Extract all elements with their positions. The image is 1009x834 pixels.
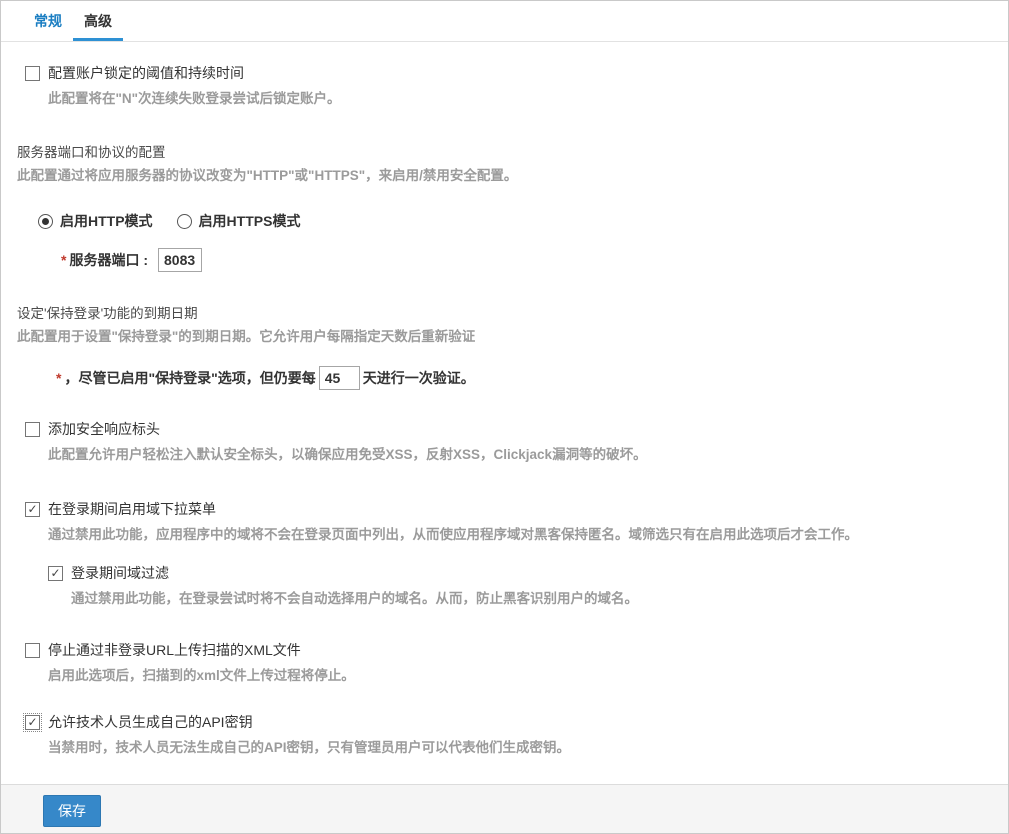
https-mode-label: 启用HTTPS模式 — [198, 213, 301, 229]
xml-upload-checkbox[interactable] — [25, 642, 40, 658]
account-lockout-checkbox[interactable] — [25, 65, 40, 81]
http-mode-label: 启用HTTP模式 — [60, 213, 153, 229]
api-key-checkbox[interactable] — [23, 712, 42, 732]
keep-login-section-title: 设定'保持登录'功能的到期日期 — [17, 306, 198, 321]
xml-upload-row: 停止通过非登录URL上传扫描的XML文件 — [1, 640, 1008, 660]
save-button[interactable]: 保存 — [43, 795, 101, 827]
api-key-description: 当禁用时，技术人员无法生成自己的API密钥，只有管理员用户可以代表他们生成密钥。 — [48, 740, 571, 755]
xml-upload-description: 启用此选项后，扫描到的xml文件上传过程将停止。 — [48, 668, 355, 683]
security-headers-label: 添加安全响应标头 — [48, 421, 160, 437]
domain-filter-description: 通过禁用此功能，在登录尝试时将不会自动选择用户的域名。从而，防止黑客识别用户的域… — [71, 591, 638, 606]
domain-filter-checkbox[interactable] — [48, 565, 63, 581]
domain-dropdown-row: 在登录期间启用域下拉菜单 — [1, 499, 1008, 519]
api-key-label: 允许技术人员生成自己的API密钥 — [48, 714, 253, 730]
keep-login-line-prefix: ，尽管已启用"保持登录"选项，但仍要每 — [64, 370, 316, 386]
http-mode-radio[interactable] — [38, 213, 53, 229]
domain-dropdown-checkbox[interactable] — [25, 501, 40, 517]
security-headers-checkbox[interactable] — [25, 421, 40, 437]
tab-bar: 常规 高级 — [1, 1, 1008, 42]
domain-dropdown-description: 通过禁用此功能，应用程序中的域将不会在登录页面中列出，从而使应用程序域对黑客保持… — [48, 527, 858, 542]
https-mode-radio[interactable] — [176, 213, 192, 229]
protocol-radio-row: 启用HTTP模式 启用HTTPS模式 — [1, 211, 1008, 231]
account-lockout-row: 配置账户锁定的阈值和持续时间 — [1, 63, 1008, 83]
domain-filter-row: 登录期间域过滤 — [1, 563, 1008, 583]
xml-upload-label: 停止通过非登录URL上传扫描的XML文件 — [48, 642, 301, 658]
security-headers-description: 此配置允许用户轻松注入默认安全标头，以确保应用免受XSS，反射XSS，Click… — [48, 447, 647, 462]
tab-general[interactable]: 常规 — [23, 1, 73, 41]
required-asterisk: * — [56, 370, 62, 386]
keep-login-days-input[interactable] — [318, 366, 360, 390]
server-port-row: * 服务器端口 : — [1, 248, 1008, 272]
domain-filter-label: 登录期间域过滤 — [71, 565, 169, 581]
server-section-description: 此配置通过将应用服务器的协议改变为"HTTP"或"HTTPS"，来启用/禁用安全… — [17, 168, 518, 183]
api-key-row: 允许技术人员生成自己的API密钥 — [1, 712, 1008, 732]
required-asterisk: * — [61, 252, 67, 268]
server-section-title: 服务器端口和协议的配置 — [17, 145, 166, 160]
account-lockout-label: 配置账户锁定的阈值和持续时间 — [48, 65, 244, 81]
keep-login-line-suffix: 天进行一次验证。 — [362, 370, 475, 386]
tab-advanced[interactable]: 高级 — [73, 1, 123, 41]
server-port-label: 服务器端口 : — [69, 252, 149, 268]
keep-login-section-description: 此配置用于设置"保持登录"的到期日期。它允许用户每隔指定天数后重新验证 — [17, 329, 476, 344]
account-lockout-description: 此配置将在"N"次连续失败登录尝试后锁定账户。 — [48, 91, 341, 106]
server-port-input[interactable] — [158, 248, 203, 272]
footer-bar: 保存 — [1, 784, 1008, 833]
security-headers-row: 添加安全响应标头 — [1, 419, 1008, 439]
domain-dropdown-label: 在登录期间启用域下拉菜单 — [48, 501, 216, 517]
advanced-settings-page: 常规 高级 配置账户锁定的阈值和持续时间 此配置将在"N"次连续失败登录尝试后锁… — [0, 0, 1009, 834]
keep-login-days-row: * ，尽管已启用"保持登录"选项，但仍要每 天进行一次验证。 — [1, 366, 1008, 390]
